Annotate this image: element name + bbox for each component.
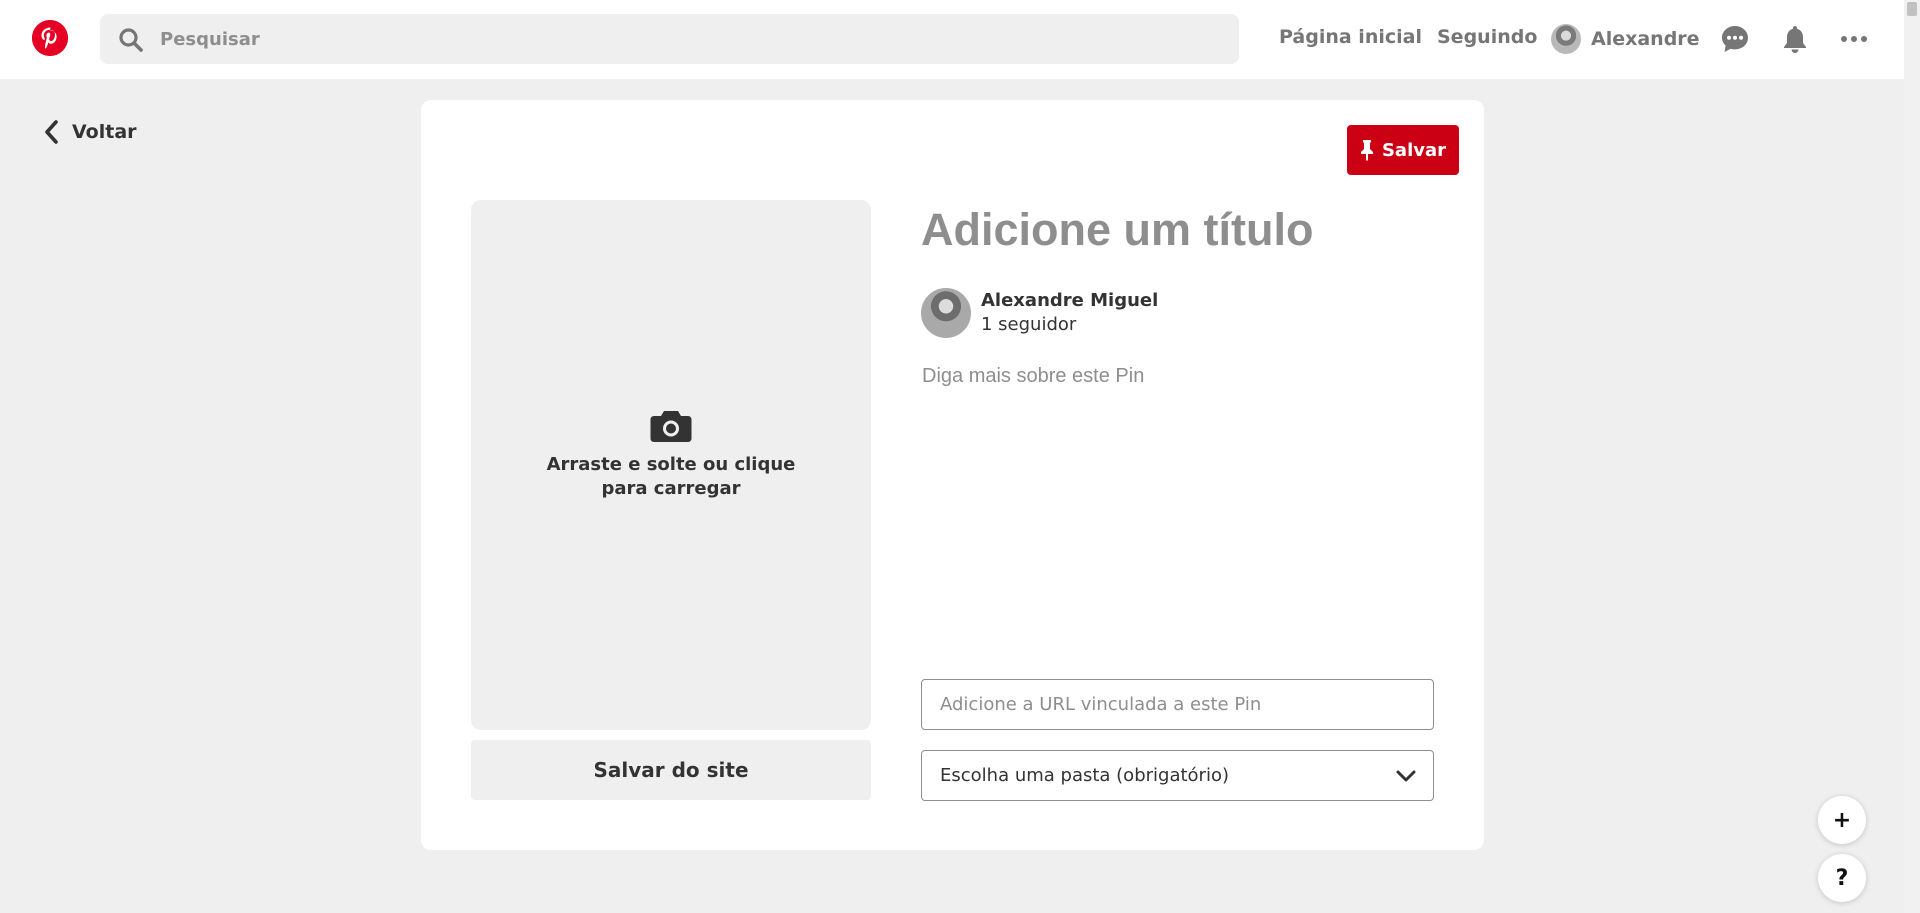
chevron-left-icon bbox=[45, 120, 58, 144]
author-name: Alexandre Miguel bbox=[981, 290, 1159, 311]
author-info: Alexandre Miguel 1 seguidor bbox=[921, 287, 1158, 339]
avatar bbox=[1551, 24, 1581, 54]
pin-builder-card: Salvar Arraste e solte ou clique para ca… bbox=[421, 100, 1484, 850]
description-input[interactable] bbox=[922, 365, 1442, 615]
back-label: Voltar bbox=[72, 121, 137, 143]
scrollbar-thumb[interactable] bbox=[1907, 2, 1917, 16]
scrollbar[interactable] bbox=[1904, 0, 1920, 913]
pinterest-logo[interactable] bbox=[32, 20, 68, 56]
add-button[interactable]: + bbox=[1818, 796, 1866, 844]
nav-following-link[interactable]: Seguindo bbox=[1437, 26, 1537, 52]
url-input[interactable] bbox=[921, 679, 1434, 730]
upload-instructions: Arraste e solte ou clique para carregar bbox=[546, 454, 796, 499]
save-button-label: Salvar bbox=[1381, 139, 1447, 161]
search-icon bbox=[119, 28, 143, 52]
title-input[interactable] bbox=[921, 200, 1441, 260]
pin-icon bbox=[1360, 140, 1373, 161]
top-header: Página inicial Seguindo Alexandre bbox=[0, 0, 1904, 79]
board-select[interactable]: Escolha uma pasta (obrigatório) bbox=[921, 750, 1434, 801]
avatar bbox=[921, 288, 971, 338]
save-from-site-button[interactable]: Salvar do site bbox=[471, 740, 871, 800]
nav-home-link[interactable]: Página inicial bbox=[1279, 26, 1422, 52]
author-text: Alexandre Miguel 1 seguidor bbox=[981, 289, 1158, 337]
back-button[interactable]: Voltar bbox=[42, 116, 137, 148]
save-button[interactable]: Salvar bbox=[1347, 125, 1459, 175]
camera-icon bbox=[650, 411, 692, 442]
author-followers: 1 seguidor bbox=[981, 314, 1077, 335]
upload-dropzone[interactable]: Arraste e solte ou clique para carregar bbox=[471, 200, 871, 730]
page: Página inicial Seguindo Alexandre Voltar bbox=[0, 0, 1920, 913]
search-input[interactable] bbox=[160, 14, 1220, 64]
search-bar[interactable] bbox=[100, 14, 1239, 64]
chat-icon[interactable] bbox=[1720, 24, 1750, 54]
more-icon[interactable] bbox=[1839, 24, 1869, 54]
chevron-down-icon bbox=[1396, 770, 1416, 782]
help-button[interactable]: ? bbox=[1818, 854, 1866, 902]
board-select-label: Escolha uma pasta (obrigatório) bbox=[940, 765, 1229, 786]
bell-icon[interactable] bbox=[1780, 24, 1810, 54]
nav-user-profile[interactable]: Alexandre bbox=[1551, 22, 1700, 56]
pinterest-p-icon bbox=[32, 20, 68, 56]
nav-user-name: Alexandre bbox=[1591, 28, 1700, 50]
